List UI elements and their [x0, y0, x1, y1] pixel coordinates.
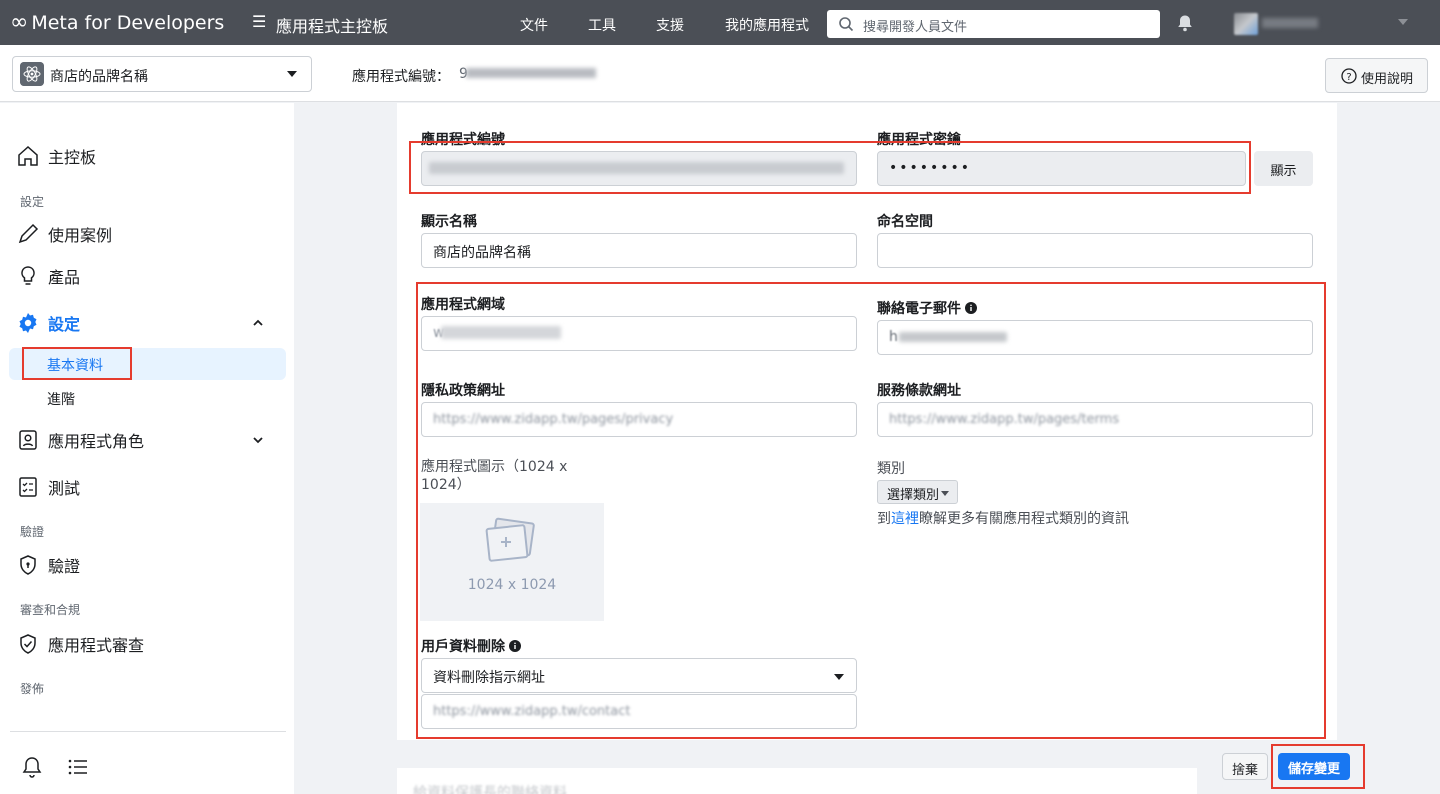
search-icon [839, 17, 854, 32]
user-name-blurred[interactable] [1262, 18, 1318, 28]
sidebar-item-products[interactable]: 產品 [16, 263, 80, 289]
namespace-label: 命名空間 [877, 214, 933, 230]
app-id-label: 應用程式編號： [352, 69, 450, 85]
sidebar-item-dashboard[interactable]: 主控板 [16, 143, 96, 169]
sidebar-item-label: 產品 [48, 268, 81, 287]
show-secret-button[interactable]: 顯示 [1254, 151, 1313, 186]
home-icon [18, 145, 38, 166]
chevron-down-icon[interactable] [1398, 19, 1408, 25]
nav-support[interactable]: 支援 [656, 15, 684, 35]
sidebar-item-label: 應用程式角色 [48, 432, 145, 451]
brand-text: Meta for Developers [31, 11, 225, 34]
highlight-required-fields [416, 282, 1326, 739]
shield-check-icon [20, 634, 36, 654]
question-icon: ? [1341, 68, 1357, 84]
sidebar-item-use-cases[interactable]: 使用案例 [16, 221, 112, 247]
namespace-input[interactable] [877, 233, 1313, 268]
sidebar-item-settings[interactable]: 設定 [16, 310, 80, 336]
bell-icon[interactable] [20, 755, 44, 779]
chevron-up-icon[interactable] [252, 317, 264, 329]
gear-icon [19, 313, 37, 333]
section-publish-label: 發佈 [20, 682, 45, 696]
sidebar-item-label: 主控板 [48, 148, 97, 167]
sidebar-item-verification[interactable]: 驗證 [16, 552, 80, 578]
help-label: 使用說明 [1361, 72, 1414, 87]
sidebar-item-label: 使用案例 [48, 226, 113, 245]
id-badge-icon [19, 430, 37, 450]
list-icon[interactable] [66, 755, 90, 779]
help-button[interactable]: ? 使用說明 [1325, 58, 1428, 93]
sidebar-item-app-review[interactable]: 應用程式審查 [16, 631, 144, 657]
highlight-app-credentials [409, 141, 1251, 194]
sidebar-item-label: 測試 [48, 479, 81, 498]
divider [10, 731, 286, 732]
app-dashboard-title[interactable]: 應用程式主控板 [276, 13, 388, 37]
chevron-down-icon[interactable] [252, 434, 264, 446]
sidebar-item-label: 驗證 [48, 557, 81, 576]
meta-logo[interactable]: ∞ Meta for Developers [10, 10, 224, 35]
dropdown-arrow-icon [287, 71, 297, 77]
infinity-icon: ∞ [10, 10, 29, 35]
discard-button[interactable]: 捨棄 [1222, 753, 1268, 780]
app-id-redacted [466, 68, 596, 78]
sidebar-item-label: 應用程式審查 [48, 636, 145, 655]
nav-tools[interactable]: 工具 [588, 15, 616, 35]
nav-docs[interactable]: 文件 [520, 15, 548, 35]
avatar[interactable] [1234, 13, 1258, 35]
display-name-input[interactable]: 商店的品牌名稱 [421, 233, 857, 268]
section-settings-label: 設定 [20, 195, 45, 209]
app-icon [20, 62, 44, 86]
highlight-basic-menu [22, 347, 132, 380]
checklist-icon [19, 477, 37, 497]
shield-icon [20, 555, 36, 575]
search-input[interactable]: 搜尋開發人員文件 [827, 10, 1160, 38]
app-name: 商店的品牌名稱 [50, 69, 148, 85]
notification-bell-icon[interactable] [1176, 14, 1194, 32]
next-section-title: 給資料保護長的聯絡資料 [413, 785, 567, 794]
menu-icon[interactable]: ☰ [252, 12, 266, 31]
search-placeholder: 搜尋開發人員文件 [863, 20, 968, 35]
nav-my-apps[interactable]: 我的應用程式 [725, 15, 809, 35]
highlight-save-button [1271, 744, 1365, 789]
app-selector[interactable]: 商店的品牌名稱 [12, 56, 312, 92]
section-verification-label: 驗證 [20, 525, 45, 539]
pencil-icon [18, 223, 39, 244]
top-navigation-bar: ∞ Meta for Developers ☰ 應用程式主控板 文件 工具 支援… [0, 0, 1440, 45]
sidebar-item-app-roles[interactable]: 應用程式角色 [16, 427, 144, 453]
app-header-bar: 商店的品牌名稱 應用程式編號： 9 ? 使用說明 [0, 45, 1440, 102]
sidebar: 主控板 設定 使用案例 產品 設定 基本資料 進階 應用程式角色 測試 驗證 驗… [0, 103, 294, 794]
sidebar-item-label: 設定 [48, 315, 81, 334]
lightbulb-icon [21, 266, 35, 285]
svg-text:?: ? [1346, 72, 1351, 83]
section-review-label: 審查和合規 [20, 603, 81, 617]
sidebar-item-testing[interactable]: 測試 [16, 474, 80, 500]
sidebar-item-advanced[interactable]: 進階 [47, 389, 75, 409]
display-name-label: 顯示名稱 [421, 214, 477, 230]
